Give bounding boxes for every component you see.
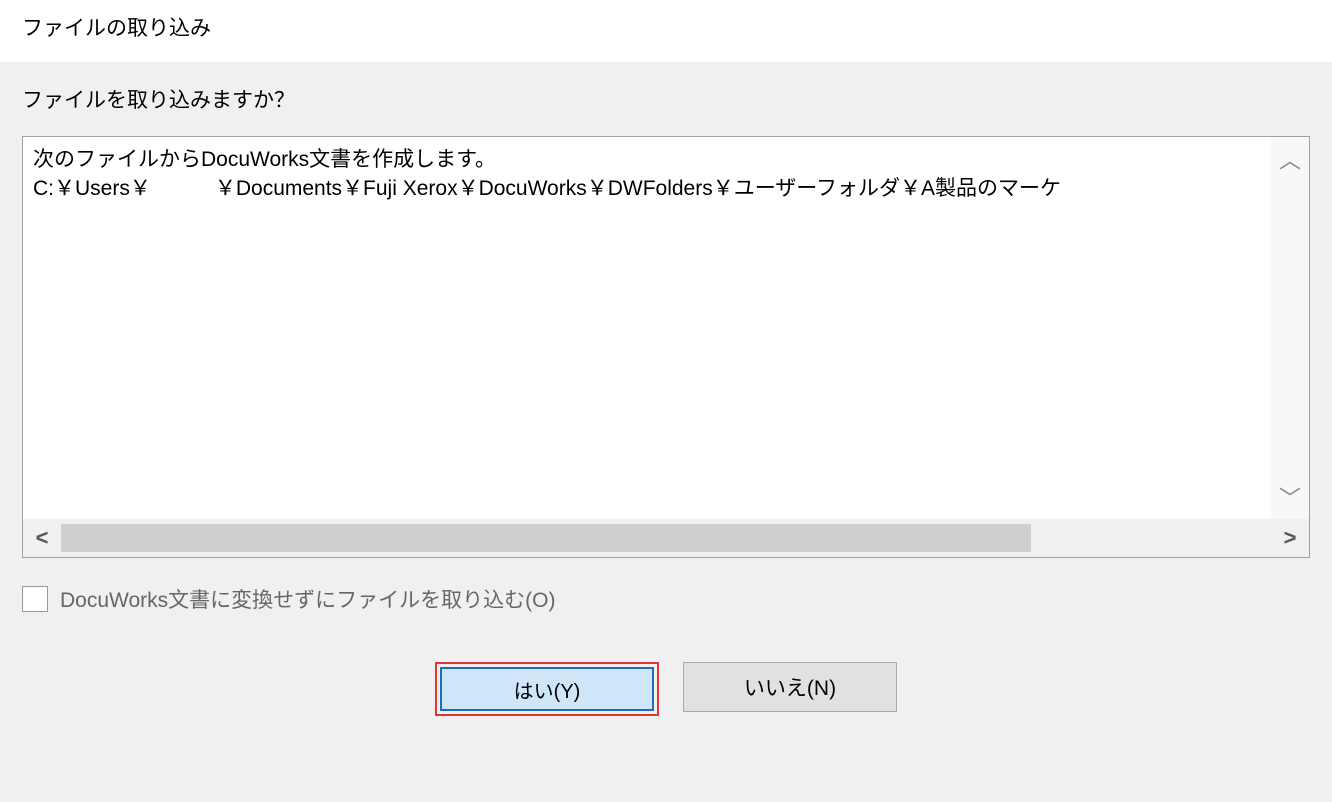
no-button[interactable]: いいえ(N) — [683, 662, 897, 712]
dialog-title: ファイルの取り込み — [0, 0, 1332, 62]
horizontal-scrollbar[interactable]: < > — [23, 519, 1309, 557]
no-convert-checkbox[interactable] — [22, 586, 48, 612]
no-convert-label: DocuWorks文書に変換せずにファイルを取り込む(O) — [60, 584, 555, 614]
no-button-label: いいえ(N) — [744, 672, 836, 702]
scroll-left-icon[interactable]: < — [23, 525, 61, 551]
scroll-down-icon[interactable]: ﹀ — [1279, 475, 1301, 519]
convert-option-row: DocuWorks文書に変換せずにファイルを取り込む(O) — [22, 584, 1310, 614]
button-row: はい(Y) いいえ(N) — [22, 662, 1310, 716]
message-line2-prefix: C:￥Users￥ — [33, 177, 151, 200]
scroll-up-icon[interactable]: ︿ — [1279, 137, 1301, 181]
dialog-content: ファイルを取り込みますか？ 次のファイルからDocuWorks文書を作成します。… — [0, 62, 1332, 802]
message-line1: 次のファイルからDocuWorks文書を作成します。 — [33, 148, 496, 171]
vertical-scrollbar[interactable]: ︿ ﹀ — [1271, 137, 1309, 519]
yes-button-highlight: はい(Y) — [435, 662, 659, 716]
yes-button[interactable]: はい(Y) — [440, 667, 654, 711]
scroll-right-icon[interactable]: > — [1271, 525, 1309, 551]
file-import-dialog: ファイルの取り込み ファイルを取り込みますか？ 次のファイルからDocuWork… — [0, 0, 1332, 800]
yes-button-label: はい(Y) — [514, 675, 581, 704]
dialog-question: ファイルを取り込みますか？ — [22, 84, 1310, 114]
message-textbox: 次のファイルからDocuWorks文書を作成します。 C:￥Users￥ ￥Doc… — [22, 136, 1310, 558]
redacted-username — [151, 174, 215, 195]
message-line2-suffix: ￥Documents￥Fuji Xerox￥DocuWorks￥DWFolder… — [215, 177, 1061, 200]
message-text: 次のファイルからDocuWorks文書を作成します。 C:￥Users￥ ￥Doc… — [23, 137, 1271, 519]
scrollbar-thumb[interactable] — [61, 524, 1031, 552]
